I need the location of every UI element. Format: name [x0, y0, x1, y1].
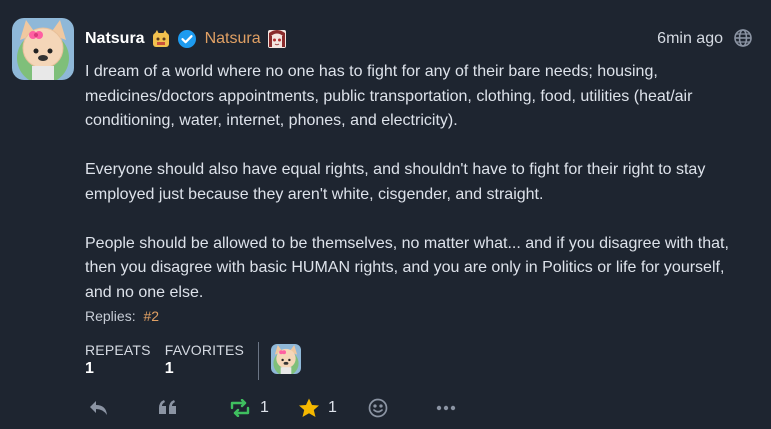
- star-icon: [298, 398, 320, 418]
- reply-icon: [88, 399, 110, 417]
- favorite-count: 1: [328, 399, 337, 416]
- post-paragraph: Everyone should also have equal rights, …: [85, 161, 706, 203]
- favorites-stat[interactable]: FAVORITES 1: [165, 342, 244, 378]
- emoji-icon: [368, 398, 388, 418]
- post-paragraph: People should be allowed to be themselve…: [85, 234, 729, 301]
- post-content: I dream of a world where no one has to f…: [85, 60, 755, 305]
- replies-line: Replies: #2: [85, 308, 159, 324]
- post-paragraph: I dream of a world where no one has to f…: [85, 63, 693, 129]
- repeats-stat[interactable]: REPEATS 1: [85, 342, 151, 378]
- reply-link[interactable]: #2: [143, 308, 159, 324]
- quote-icon: [158, 399, 178, 417]
- post-timestamp[interactable]: 6min ago: [657, 28, 723, 50]
- stats-divider: [258, 342, 260, 380]
- globe-icon: [733, 28, 753, 48]
- anime-emoji-icon: [267, 29, 287, 49]
- repeat-icon: [228, 399, 252, 417]
- post-stats: REPEATS 1 FAVORITES 1: [85, 342, 302, 380]
- repeats-label: REPEATS: [85, 342, 151, 358]
- author-display-name[interactable]: Natsura: [85, 30, 145, 48]
- verified-badge-icon: [177, 29, 197, 49]
- replies-label: Replies:: [85, 308, 136, 324]
- favorites-label: FAVORITES: [164, 342, 245, 358]
- status-card: Natsura Natsura 6min ago I dream of a wo…: [0, 0, 771, 429]
- post-header: Natsura Natsura: [85, 28, 287, 50]
- favorited-by-avatar[interactable]: [271, 344, 302, 374]
- action-bar: 1 1: [88, 396, 476, 420]
- repeat-count: 1: [260, 399, 269, 416]
- author-avatar[interactable]: [12, 18, 74, 80]
- more-button[interactable]: [436, 405, 476, 411]
- repeat-button[interactable]: 1: [228, 399, 298, 417]
- repeats-value: 1: [85, 360, 94, 377]
- author-username[interactable]: Natsura: [205, 30, 261, 48]
- more-icon: [436, 405, 456, 411]
- react-button[interactable]: [368, 398, 436, 418]
- favorites-value: 1: [164, 360, 174, 377]
- custom-emoji-icon: [151, 29, 171, 49]
- reply-button[interactable]: [88, 399, 158, 417]
- quote-button[interactable]: [158, 399, 228, 417]
- favorite-button[interactable]: 1: [298, 398, 368, 418]
